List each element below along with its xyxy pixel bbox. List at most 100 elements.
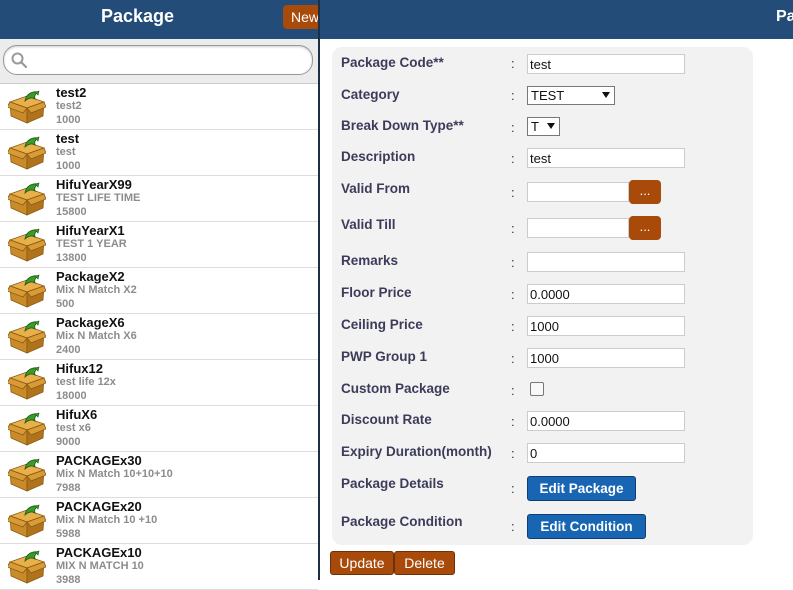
package-details-label: Package Details — [341, 476, 444, 491]
expiry-duration-label: Expiry Duration(month) — [341, 444, 492, 459]
colon: : — [511, 446, 515, 461]
package-description: test life 12x — [56, 376, 116, 388]
package-name: PACKAGEx10 — [56, 545, 142, 560]
package-box-icon — [8, 136, 46, 170]
package-box-icon — [8, 412, 46, 446]
colon: : — [511, 88, 515, 103]
break-down-type-value: T — [531, 119, 539, 134]
package-price: 1000 — [56, 160, 81, 172]
new-button[interactable]: New — [283, 5, 323, 29]
package-list-item[interactable]: PackageX6 Mix N Match X6 2400 — [0, 314, 318, 360]
remarks-input[interactable] — [527, 252, 685, 272]
package-name: PackageX6 — [56, 315, 125, 330]
colon: : — [511, 185, 515, 200]
package-name: HifuYearX99 — [56, 177, 132, 192]
colon: : — [511, 120, 515, 135]
colon: : — [511, 351, 515, 366]
expiry-duration-input[interactable] — [527, 443, 685, 463]
edit-condition-button[interactable]: Edit Condition — [527, 514, 646, 539]
valid-till-input[interactable] — [527, 218, 629, 238]
left-header: Package — [0, 0, 318, 39]
package-list-item[interactable]: PACKAGEx20 Mix N Match 10 +10 5988 — [0, 498, 318, 544]
custom-package-label: Custom Package — [341, 381, 450, 396]
package-list-item[interactable]: test test 1000 — [0, 130, 318, 176]
colon: : — [511, 56, 515, 71]
package-price: 7988 — [56, 482, 81, 494]
package-list-item[interactable]: HifuYearX1 TEST 1 YEAR 13800 — [0, 222, 318, 268]
package-list-item[interactable]: HifuX6 test x6 9000 — [0, 406, 318, 452]
panel-divider — [318, 0, 320, 580]
package-list-item[interactable]: Hifux12 test life 12x 18000 — [0, 360, 318, 406]
package-code-input[interactable] — [527, 54, 685, 74]
package-description: test — [56, 146, 76, 158]
right-header: Pa — [320, 0, 793, 39]
colon: : — [511, 151, 515, 166]
colon: : — [511, 414, 515, 429]
discount-rate-label: Discount Rate — [341, 412, 432, 427]
package-description: test x6 — [56, 422, 91, 434]
valid-till-picker-button[interactable]: ... — [629, 216, 661, 240]
package-code-label: Package Code** — [341, 55, 444, 70]
valid-from-label: Valid From — [341, 181, 411, 196]
update-button[interactable]: Update — [330, 551, 394, 575]
package-name: test2 — [56, 85, 87, 100]
colon: : — [511, 481, 515, 496]
valid-from-input[interactable] — [527, 182, 629, 202]
package-name: PackageX2 — [56, 269, 125, 284]
package-name: HifuYearX1 — [56, 223, 125, 238]
description-input[interactable] — [527, 148, 685, 168]
description-label: Description — [341, 149, 416, 164]
package-list-item[interactable]: test2 test2 1000 — [0, 84, 318, 130]
package-list-item[interactable]: PACKAGEx30 Mix N Match 10+10+10 7988 — [0, 452, 318, 498]
package-condition-label: Package Condition — [341, 514, 463, 529]
colon: : — [511, 519, 515, 534]
package-name: test — [56, 131, 80, 146]
valid-till-label: Valid Till — [341, 217, 396, 232]
floor-price-input[interactable] — [527, 284, 685, 304]
valid-from-picker-button[interactable]: ... — [629, 180, 661, 204]
package-price: 9000 — [56, 436, 81, 448]
package-description: Mix N Match X6 — [56, 330, 137, 342]
ceiling-price-input[interactable] — [527, 316, 685, 336]
right-title: Pa — [776, 8, 793, 25]
edit-package-button[interactable]: Edit Package — [527, 476, 636, 501]
package-description: Mix N Match 10 +10 — [56, 514, 158, 526]
package-price: 1000 — [56, 114, 81, 126]
package-description: TEST 1 YEAR — [56, 238, 127, 250]
package-box-icon — [8, 90, 46, 124]
delete-button[interactable]: Delete — [394, 551, 455, 575]
pwp-group-label: PWP Group 1 — [341, 349, 428, 364]
package-box-icon — [8, 228, 46, 262]
search-input[interactable] — [3, 45, 313, 75]
package-description: Mix N Match 10+10+10 — [56, 468, 173, 480]
package-name: PACKAGEx20 — [56, 499, 142, 514]
pwp-group-input[interactable] — [527, 348, 685, 368]
package-description: MIX N MATCH 10 — [56, 560, 144, 572]
package-price: 18000 — [56, 390, 87, 402]
package-box-icon — [8, 182, 46, 216]
package-box-icon — [8, 504, 46, 538]
colon: : — [511, 287, 515, 302]
floor-price-label: Floor Price — [341, 285, 412, 300]
break-down-type-select[interactable]: T — [527, 117, 560, 136]
package-price: 2400 — [56, 344, 81, 356]
package-box-icon — [8, 550, 46, 584]
package-description: TEST LIFE TIME — [56, 192, 141, 204]
package-list-item[interactable]: PackageX2 Mix N Match X2 500 — [0, 268, 318, 314]
custom-package-checkbox[interactable] — [530, 382, 544, 396]
package-name: PACKAGEx30 — [56, 453, 142, 468]
package-box-icon — [8, 458, 46, 492]
package-list-item[interactable]: HifuYearX99 TEST LIFE TIME 15800 — [0, 176, 318, 222]
package-box-icon — [8, 320, 46, 354]
left-title: Package — [100, 6, 175, 26]
category-label: Category — [341, 87, 400, 102]
package-name: Hifux12 — [56, 361, 103, 376]
discount-rate-input[interactable] — [527, 411, 685, 431]
category-select[interactable]: TEST — [527, 86, 615, 105]
remarks-label: Remarks — [341, 253, 399, 268]
package-box-icon — [8, 366, 46, 400]
package-list-item[interactable]: PACKAGEx10 MIX N MATCH 10 3988 — [0, 544, 318, 590]
colon: : — [511, 383, 515, 398]
search-area — [0, 39, 318, 84]
colon: : — [511, 221, 515, 236]
